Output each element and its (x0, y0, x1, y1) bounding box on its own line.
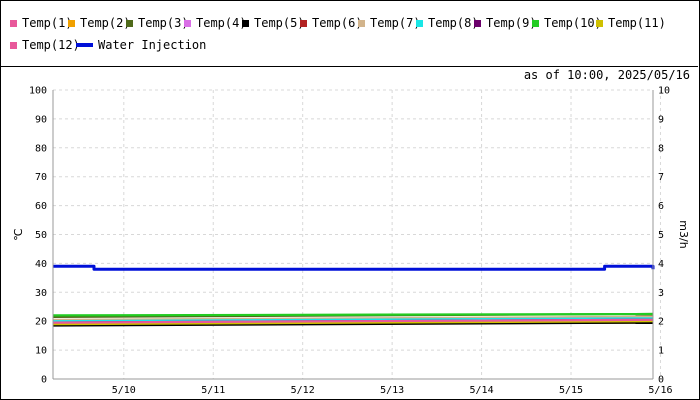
y2-tick-label: 9 (658, 114, 664, 125)
y2-tick-label: 1 (658, 346, 664, 357)
y-tick-label: 0 (41, 375, 47, 386)
x-tick-label: 5/12 (291, 385, 315, 396)
y-tick-label: 20 (35, 317, 47, 328)
x-tick-label: 5/14 (470, 385, 494, 396)
y2-tick-label: 6 (658, 201, 664, 212)
y2-tick-label: 4 (658, 259, 664, 270)
x-tick-label: 5/15 (559, 385, 583, 396)
series-group (52, 264, 655, 327)
x-tick-label: 5/13 (380, 385, 404, 396)
y-tick-label: 100 (29, 86, 47, 97)
x-tick-label: 5/10 (112, 385, 136, 396)
chart: 0 10 20 30 40 50 60 70 80 90 100 0 1 2 3 4 5 6 7 8 9 10 5/10 5/… (12, 86, 690, 397)
series-line-13 (53, 264, 655, 271)
y2-tick-label: 3 (658, 288, 664, 299)
y2-tick-label: 5 (658, 230, 664, 241)
grid (53, 89, 661, 380)
x-tick-label: 5/11 (201, 385, 225, 396)
y-axis-label: ℃ (12, 228, 25, 240)
y-tick-label: 70 (35, 172, 47, 183)
x-tick-label: 5/16 (648, 385, 672, 396)
y2-tick-label: 10 (658, 86, 670, 97)
y-tick-label: 40 (35, 259, 47, 270)
y-tick-label: 50 (35, 230, 47, 241)
y2-tick-label: 8 (658, 143, 664, 154)
series-line-10 (52, 312, 654, 317)
y-tick-label: 60 (35, 201, 47, 212)
y2-tick-label: 2 (658, 317, 664, 328)
axes: 0 10 20 30 40 50 60 70 80 90 100 0 1 2 3 4 5 6 7 8 9 10 5/10 5/… (12, 86, 690, 397)
y2-axis-label: m3/h (677, 220, 690, 248)
y-tick-label: 90 (35, 114, 47, 125)
y-tick-label: 80 (35, 143, 47, 154)
y2-tick-label: 7 (658, 172, 664, 183)
y-tick-label: 30 (35, 288, 47, 299)
y-tick-label: 10 (35, 346, 47, 357)
y2-tick-label: 0 (658, 375, 664, 386)
